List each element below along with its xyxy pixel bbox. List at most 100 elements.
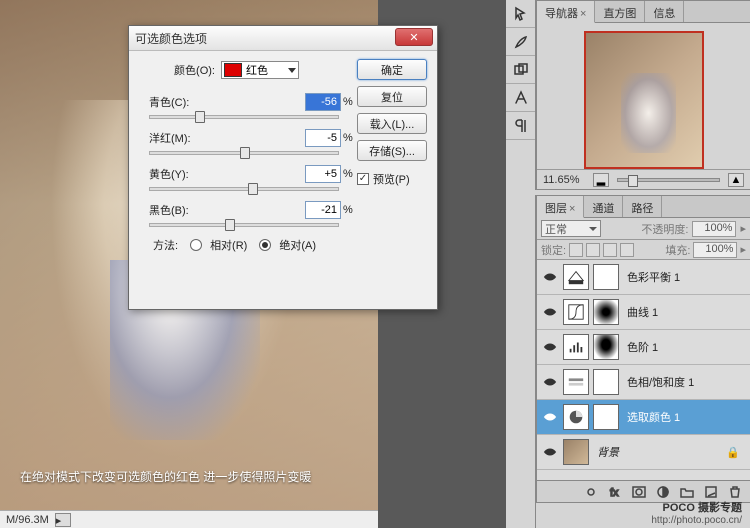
tab-layers[interactable]: 图层× [537,196,584,218]
close-button[interactable]: ✕ [395,28,433,46]
magenta-slider[interactable] [149,151,339,155]
chevron-down-icon [288,68,296,73]
load-button[interactable]: 载入(L)... [357,113,427,134]
save-button[interactable]: 存储(S)... [357,140,427,161]
paragraph-panel-icon[interactable] [506,112,535,140]
layer-list: 色彩平衡 1 曲线 1 色阶 1 色相/饱和度 1 [537,260,750,480]
tab-navigator[interactable]: 导航器× [537,1,595,23]
tab-paths[interactable]: 路径 [623,196,662,217]
visibility-icon[interactable] [541,303,559,321]
color-dropdown[interactable]: 红色 [221,61,299,79]
zoom-in-button[interactable]: ▲ [728,173,744,187]
zoom-slider[interactable] [617,178,720,182]
absolute-label[interactable]: 绝对(A) [279,237,316,253]
slider-thumb-icon[interactable] [248,183,258,195]
canvas-statusbar: M/96.3M ▸ [0,510,378,528]
zoom-value[interactable]: 11.65% [543,174,591,186]
layer-row[interactable]: 色彩平衡 1 [537,260,750,295]
layer-row[interactable]: 背景 🔒 [537,435,750,470]
relative-radio[interactable] [190,239,202,251]
layer-name-label[interactable]: 色彩平衡 1 [627,269,680,285]
lock-all-icon[interactable] [620,243,634,257]
layer-mask-thumb[interactable] [593,369,619,395]
dialog-titlebar[interactable]: 可选颜色选项 ✕ [129,26,437,51]
slider-thumb-icon[interactable] [195,111,205,123]
layer-name-label[interactable]: 选取颜色 1 [627,409,680,425]
layer-row[interactable]: 色阶 1 [537,330,750,365]
layer-row[interactable]: 选取颜色 1 [537,400,750,435]
adjustment-thumb-icon[interactable] [563,264,589,290]
zoom-out-button[interactable]: ▂ [593,173,609,187]
tab-histogram[interactable]: 直方图 [595,1,645,22]
tab-info[interactable]: 信息 [645,1,684,22]
curves-thumb-icon[interactable] [563,299,589,325]
close-icon[interactable]: × [569,203,575,215]
watermark: POCO 摄影专题 http://photo.poco.cn/ [651,498,742,526]
add-mask-icon[interactable] [630,484,648,500]
lock-label: 锁定: [541,242,566,258]
layers-panel: 图层× 通道 路径 正常 不透明度: 100% ▸ 锁定: 填充: 100% ▸ [536,195,750,503]
magenta-input[interactable]: -5 [305,129,341,147]
layer-mask-thumb[interactable] [593,334,619,360]
lock-transparent-icon[interactable] [569,243,583,257]
levels-thumb-icon[interactable] [563,334,589,360]
visibility-icon[interactable] [541,443,559,461]
arrow-tool-icon[interactable] [506,0,535,28]
relative-label[interactable]: 相对(R) [210,237,247,253]
status-arrow-icon[interactable]: ▸ [55,513,71,527]
background-thumb[interactable] [563,439,589,465]
visibility-icon[interactable] [541,338,559,356]
huesat-thumb-icon[interactable] [563,369,589,395]
cancel-button[interactable]: 复位 [357,86,427,107]
layer-name-label[interactable]: 色相/饱和度 1 [627,374,694,390]
layer-fx-icon[interactable]: fx [606,484,624,500]
close-icon: ✕ [409,31,418,44]
visibility-icon[interactable] [541,373,559,391]
opacity-input[interactable]: 100% [692,221,736,237]
tab-channels[interactable]: 通道 [584,196,623,217]
layer-mask-thumb[interactable] [593,299,619,325]
layer-mask-thumb[interactable] [593,404,619,430]
layer-name-label[interactable]: 背景 [597,444,619,460]
character-panel-icon[interactable] [506,84,535,112]
layer-row[interactable]: 曲线 1 [537,295,750,330]
ok-button[interactable]: 确定 [357,59,427,80]
navigator-thumbnail[interactable] [584,31,704,169]
lock-move-icon[interactable] [603,243,617,257]
selective-color-thumb-icon[interactable] [563,404,589,430]
cyan-input[interactable]: -56 [305,93,341,111]
layer-row[interactable]: 色相/饱和度 1 [537,365,750,400]
slider-thumb-icon[interactable] [240,147,250,159]
panels-column: 导航器× 直方图 信息 11.65% ▂ ▲ 图层× 通道 路径 正常 不透明度… [506,0,750,528]
chevron-right-icon[interactable]: ▸ [740,243,746,256]
clone-panel-icon[interactable] [506,56,535,84]
visibility-icon[interactable] [541,408,559,426]
blend-mode-dropdown[interactable]: 正常 [541,220,601,237]
link-layers-icon[interactable] [582,484,600,500]
preview-label[interactable]: 预览(P) [373,171,410,187]
visibility-icon[interactable] [541,268,559,286]
black-label: 黑色(B): [149,202,207,218]
preview-checkbox[interactable] [357,173,369,185]
chevron-right-icon[interactable]: ▸ [740,222,746,235]
absolute-radio[interactable] [259,239,271,251]
black-slider[interactable] [149,223,339,227]
opacity-label: 不透明度: [641,221,688,237]
close-icon[interactable]: × [580,8,586,20]
layer-mask-thumb[interactable] [593,264,619,290]
layer-name-label[interactable]: 色阶 1 [627,339,658,355]
black-input[interactable]: -21 [305,201,341,219]
cyan-slider[interactable] [149,115,339,119]
yellow-slider[interactable] [149,187,339,191]
dialog-title: 可选颜色选项 [135,30,207,47]
selective-color-dialog: 可选颜色选项 ✕ 颜色(O): 红色 青色(C): -56 % 洋红(M): -… [128,25,438,310]
brush-panel-icon[interactable] [506,28,535,56]
lock-paint-icon[interactable] [586,243,600,257]
caption-text: 在绝对模式下改变可选颜色的红色 进一步使得照片变暖 [20,468,311,485]
fill-input[interactable]: 100% [693,242,737,258]
cyan-label: 青色(C): [149,94,207,110]
slider-thumb-icon[interactable] [225,219,235,231]
color-swatch-icon [224,63,242,77]
layer-name-label[interactable]: 曲线 1 [627,304,658,320]
yellow-input[interactable]: +5 [305,165,341,183]
